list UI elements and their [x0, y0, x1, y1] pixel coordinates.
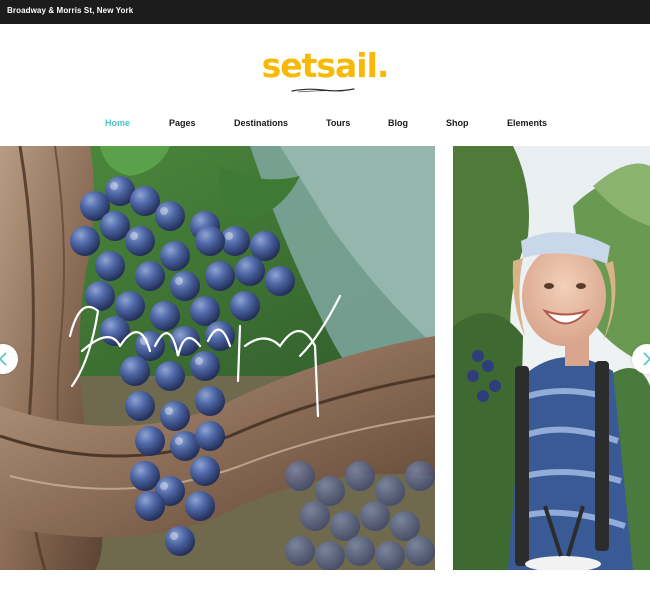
main-nav: Home Pages Destinations Tours Blog Shop … — [0, 118, 650, 132]
nav-item-destinations[interactable]: Destinations — [234, 118, 288, 128]
address-text: Broadway & Morris St, New York — [7, 6, 134, 15]
nav-item-pages[interactable]: Pages — [169, 118, 196, 128]
top-bar: Broadway & Morris St, New York — [0, 0, 650, 24]
chevron-right-icon — [643, 352, 650, 366]
nav-item-tours[interactable]: Tours — [326, 118, 350, 128]
nav-item-home[interactable]: Home — [105, 118, 130, 128]
slide-blueberry-picker — [453, 146, 650, 570]
nav-item-blog[interactable]: Blog — [388, 118, 408, 128]
logo-brush-stroke — [291, 88, 355, 93]
nav-item-elements[interactable]: Elements — [507, 118, 547, 128]
logo-wordmark: setsail. — [261, 46, 390, 85]
chevron-left-icon — [0, 352, 7, 366]
blueberry-picker-image — [453, 146, 650, 570]
slide-grapes — [0, 146, 435, 570]
nav-item-shop[interactable]: Shop — [446, 118, 469, 128]
site-logo[interactable]: setsail. — [0, 46, 650, 93]
grapes-image — [0, 146, 435, 570]
